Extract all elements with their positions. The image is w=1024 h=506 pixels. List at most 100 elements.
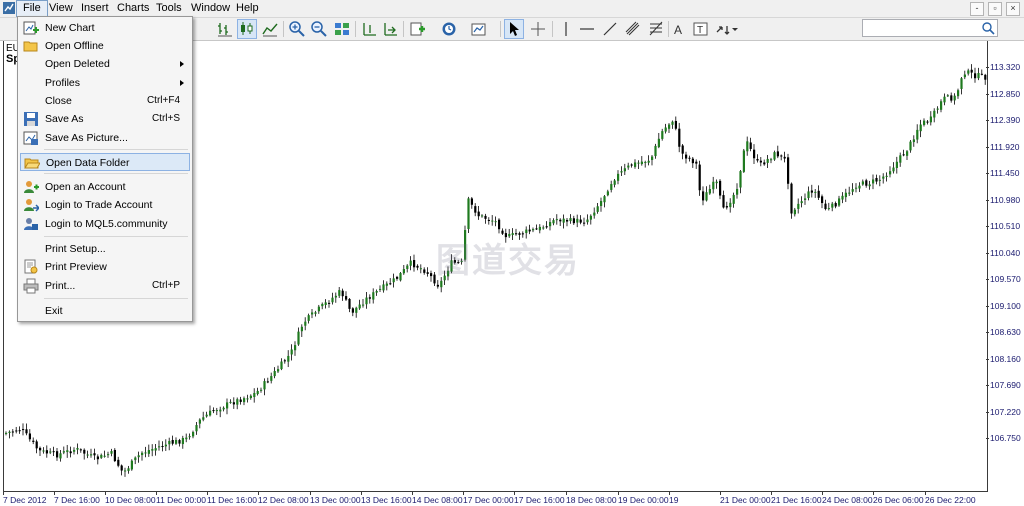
candle (674, 116, 677, 131)
menu-item-new-chart[interactable]: New Chart (20, 19, 190, 37)
vertical-line-icon[interactable] (557, 20, 575, 38)
candle (45, 445, 48, 458)
candle (124, 467, 127, 477)
trendline-icon[interactable] (601, 20, 619, 38)
watermark: 图道交易 (436, 241, 580, 281)
candle (695, 159, 698, 169)
candle (719, 179, 722, 200)
candle (889, 166, 892, 178)
candle (219, 406, 222, 418)
candle (49, 448, 52, 455)
new-chart-icon (23, 21, 39, 35)
menu-item-open-data-folder[interactable]: Open Data Folder (20, 153, 190, 171)
time-tick (720, 492, 721, 495)
candle (467, 196, 470, 233)
menu-item-exit[interactable]: Exit (20, 302, 190, 320)
restore-button[interactable]: ▫ (988, 2, 1002, 16)
candle (861, 179, 864, 186)
menu-item-print-preview[interactable]: Print Preview (20, 258, 190, 276)
fibonacci-icon[interactable] (647, 20, 665, 38)
price-tick (986, 199, 989, 201)
autoscroll-icon[interactable] (381, 20, 399, 38)
candle (872, 174, 875, 190)
candle (780, 154, 783, 161)
text-label-icon[interactable]: T (692, 20, 710, 38)
search-input[interactable] (862, 19, 998, 37)
time-axis-label: 13 Dec 00:00 (310, 495, 361, 505)
menu-insert[interactable]: Insert (75, 0, 115, 17)
candle (290, 344, 293, 361)
line-chart-icon[interactable] (261, 20, 279, 38)
time-axis-label: 12 Dec 08:00 (258, 495, 309, 505)
candle (923, 118, 926, 127)
candle (375, 289, 378, 296)
price-axis-label: 112.850 (990, 88, 1021, 99)
menu-item-label: Save As (45, 113, 84, 125)
candle (188, 433, 191, 440)
candle (355, 306, 358, 318)
candle (569, 214, 572, 224)
menu-item-login-mql5[interactable]: Login to MQL5.community (20, 215, 190, 233)
candle (413, 254, 416, 272)
menu-view[interactable]: View (43, 0, 79, 17)
menu-tools[interactable]: Tools (150, 0, 188, 17)
candle (362, 298, 365, 308)
chevron-down-icon[interactable] (731, 20, 739, 38)
horizontal-line-icon[interactable] (578, 20, 596, 38)
zoom-in-icon[interactable] (288, 20, 306, 38)
minimize-button[interactable]: - (970, 2, 984, 16)
menu-item-label: Exit (45, 305, 63, 317)
tile-windows-icon[interactable] (333, 20, 351, 38)
menu-help[interactable]: Help (230, 0, 265, 17)
candle (372, 288, 375, 304)
candle (239, 396, 242, 405)
candle (379, 285, 382, 292)
close-window-button[interactable]: × (1006, 2, 1020, 16)
menu-item-label: Login to MQL5.community (45, 218, 168, 230)
candle (311, 308, 314, 319)
indicators-icon[interactable] (409, 20, 427, 38)
time-axis-label: 17 Dec 00:00 (463, 495, 514, 505)
printer-icon (23, 278, 39, 294)
zoom-out-icon[interactable] (310, 20, 328, 38)
candle (110, 448, 113, 457)
templates-icon[interactable] (470, 20, 488, 38)
candle (246, 394, 249, 403)
candle (181, 435, 184, 449)
arrows-icon[interactable] (714, 20, 732, 38)
candle (409, 256, 412, 271)
menu-item-print-setup[interactable]: Print Setup... (20, 240, 190, 258)
menu-item-profiles[interactable]: Profiles (20, 74, 190, 92)
time-tick (54, 492, 55, 495)
cursor-icon[interactable] (504, 19, 524, 39)
candle (885, 172, 888, 182)
candle (42, 447, 45, 454)
price-tick (986, 252, 989, 254)
menu-window[interactable]: Window (185, 0, 236, 17)
chart-shift-icon[interactable] (360, 20, 378, 38)
candle (708, 184, 711, 195)
menu-item-label: Open Deleted (45, 58, 110, 70)
text-icon[interactable]: A (670, 20, 688, 38)
time-axis-label: 19 (669, 495, 679, 505)
bar-chart-icon[interactable] (216, 20, 234, 38)
menu-item-print[interactable]: Print... Ctrl+P (20, 277, 190, 295)
menu-item-open-account[interactable]: Open an Account (20, 178, 190, 196)
crosshair-icon[interactable] (529, 20, 547, 38)
candlestick-chart-icon[interactable] (237, 19, 257, 39)
menu-item-login-trade[interactable]: Login to Trade Account (20, 196, 190, 214)
search-icon[interactable] (981, 21, 995, 35)
menu-item-open-deleted[interactable]: Open Deleted (20, 55, 190, 73)
save-icon (24, 112, 38, 126)
menu-item-open-offline[interactable]: Open Offline (20, 37, 190, 55)
candle (977, 67, 980, 81)
menu-item-save-as-picture[interactable]: Save As Picture... (20, 129, 190, 147)
candle (117, 456, 120, 468)
periods-icon[interactable] (440, 20, 458, 38)
menu-item-save-as[interactable]: Save As Ctrl+S (20, 110, 190, 128)
candle (59, 450, 62, 462)
equidistant-channel-icon[interactable] (624, 20, 642, 38)
menu-item-close[interactable]: Close Ctrl+F4 (20, 92, 190, 110)
candle (589, 214, 592, 225)
menu-charts[interactable]: Charts (111, 0, 155, 17)
